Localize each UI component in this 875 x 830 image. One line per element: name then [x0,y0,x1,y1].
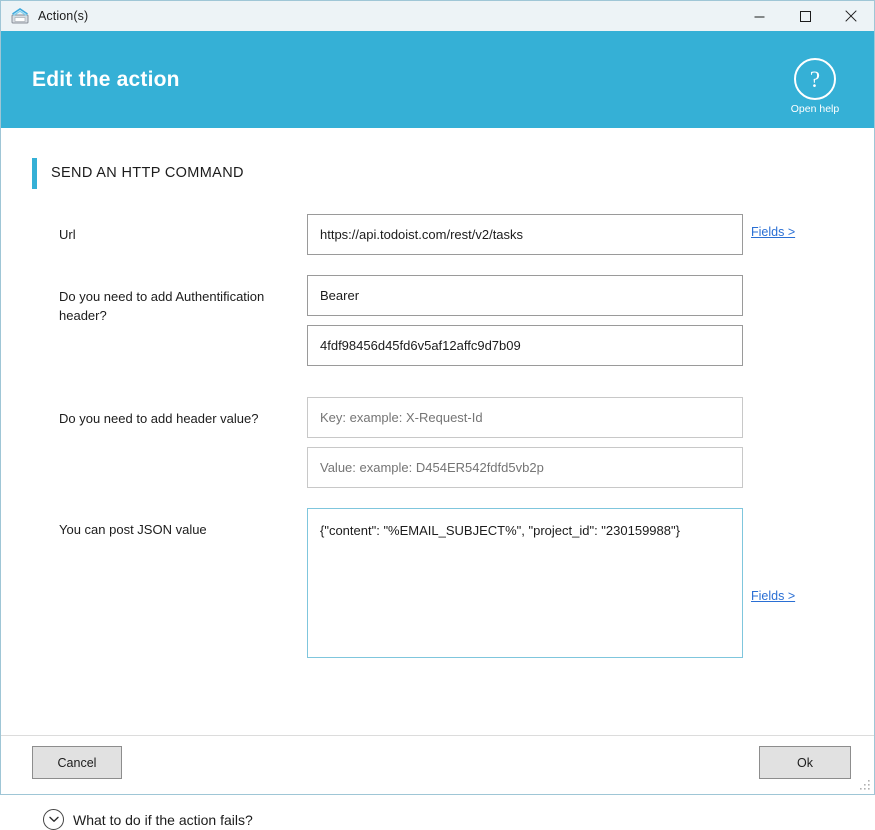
chevron-down-circle-icon [43,809,64,830]
window-title: Action(s) [38,9,89,23]
action-fails-label: What to do if the action fails? [73,811,253,828]
dialog-body: SEND AN HTTP COMMAND Url Fields > Do you… [1,128,874,830]
page-title: Edit the action [32,67,180,91]
section-title-label: SEND AN HTTP COMMAND [51,165,244,181]
auth-header-label: Do you need to add Authentification head… [59,289,265,323]
url-fields-link[interactable]: Fields > [751,225,795,239]
action-fails-toggle[interactable]: What to do if the action fails? [43,809,253,830]
cancel-button[interactable]: Cancel [32,746,122,779]
json-fields-link[interactable]: Fields > [751,589,795,603]
window-controls [736,1,874,31]
question-mark-icon: ? [794,58,836,100]
header-key-input[interactable] [307,397,743,438]
dialog-footer: Cancel Ok [1,735,874,794]
minimize-icon[interactable] [736,1,782,31]
title-bar: Action(s) [1,1,874,31]
section-accent-bar [32,158,37,189]
header-value-label: Do you need to add header value? [59,411,259,426]
resize-grip[interactable] [858,778,871,791]
json-label: You can post JSON value [59,522,207,537]
maximize-icon[interactable] [782,1,828,31]
auth-scheme-input[interactable] [307,275,743,316]
ok-button[interactable]: Ok [759,746,851,779]
open-help-button[interactable]: ? Open help [780,58,850,115]
url-label: Url [59,227,76,242]
section-header: SEND AN HTTP COMMAND [32,158,244,189]
header-value-input[interactable] [307,447,743,488]
auth-token-input[interactable] [307,325,743,366]
action-edit-window: Action(s) Edit the action ? Open help SE… [0,0,875,830]
dialog-header: Edit the action ? Open help [1,31,874,128]
close-icon[interactable] [828,1,874,31]
json-textarea[interactable] [307,508,743,658]
fax-machine-icon [11,8,29,24]
open-help-label: Open help [790,103,840,115]
url-input[interactable] [307,214,743,255]
